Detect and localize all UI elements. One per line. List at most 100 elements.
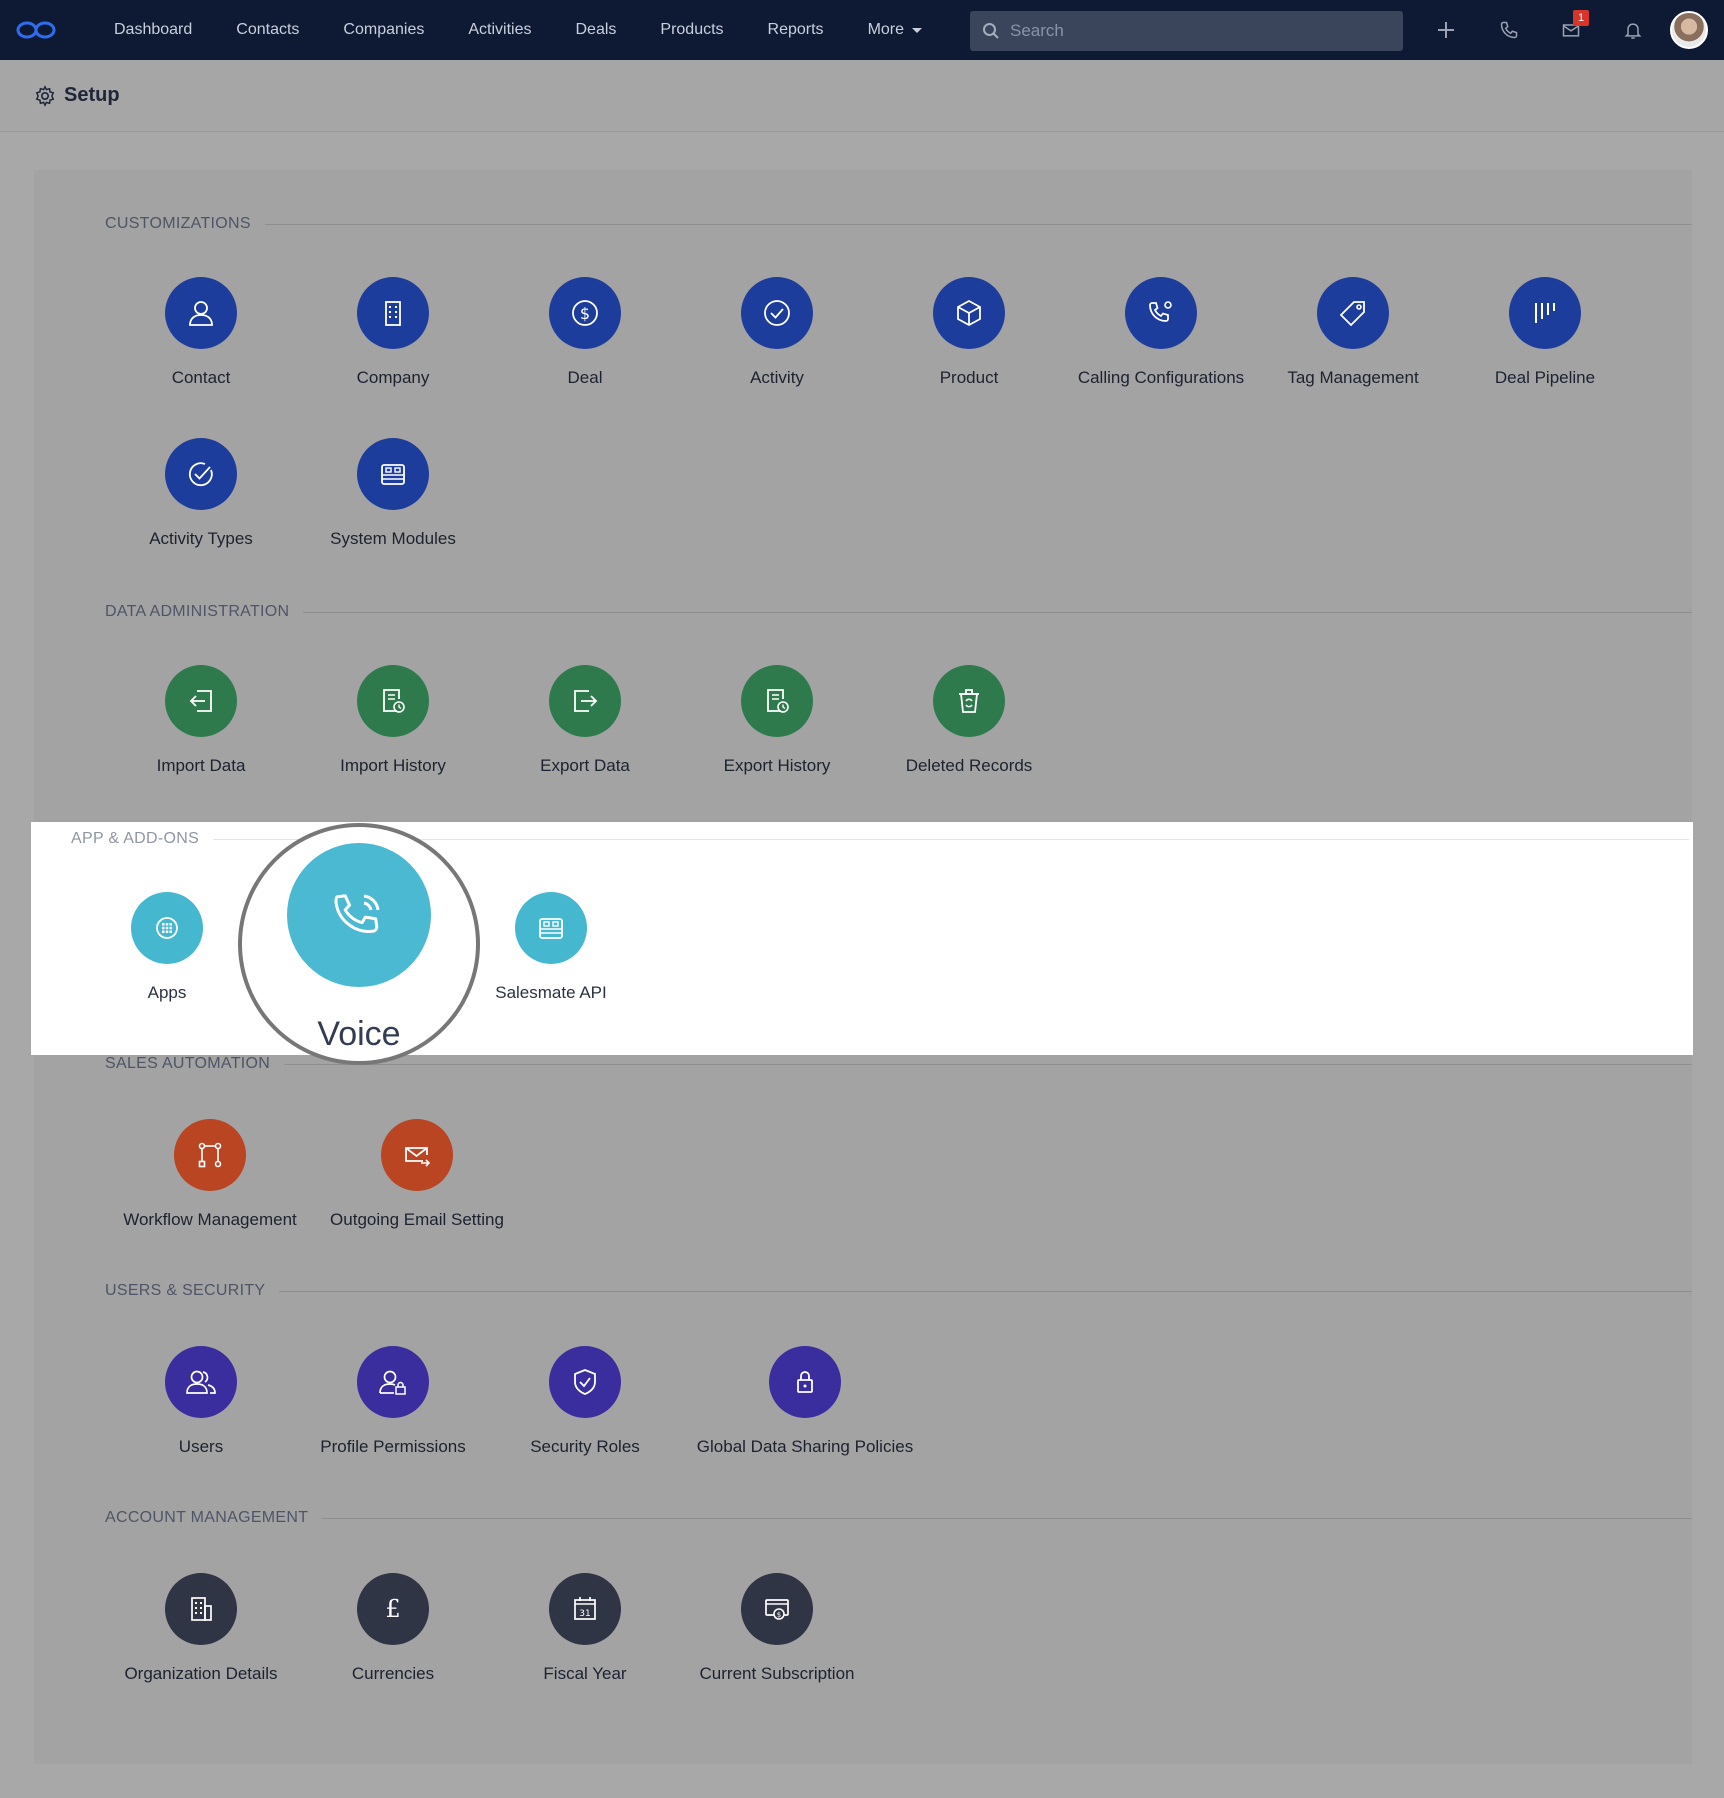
nav-companies[interactable]: Companies (321, 0, 446, 60)
tile-tag-management[interactable]: Tag Management (1243, 277, 1463, 388)
mail-button[interactable]: 1 (1555, 10, 1589, 46)
workflow-icon (174, 1119, 246, 1191)
export-icon (549, 665, 621, 737)
tile-deal[interactable]: $ Deal (475, 277, 695, 388)
phone-icon (1500, 21, 1518, 39)
email-forward-icon (381, 1119, 453, 1191)
tile-label: Outgoing Email Setting (330, 1210, 504, 1229)
calendar-icon: 31 (549, 1573, 621, 1645)
svg-text:31: 31 (579, 1609, 590, 1619)
tile-label: Export History (723, 756, 831, 775)
tile-workflow-management[interactable]: Workflow Management (100, 1119, 320, 1230)
divider (284, 1063, 1692, 1065)
nav-activities[interactable]: Activities (446, 0, 553, 60)
modules-icon (357, 438, 429, 510)
svg-text:£: £ (385, 1595, 400, 1623)
add-button[interactable] (1430, 14, 1462, 46)
tile-security-roles[interactable]: Security Roles (475, 1346, 695, 1457)
nav-reports[interactable]: Reports (746, 0, 846, 60)
nav-dashboard[interactable]: Dashboard (92, 0, 214, 60)
bell-icon (1624, 23, 1642, 39)
tile-current-subscription[interactable]: $ Current Subscription (667, 1573, 887, 1684)
nav-deals[interactable]: Deals (553, 0, 638, 60)
search-input[interactable] (1010, 21, 1390, 41)
divider (279, 1290, 1692, 1292)
nav-more[interactable]: More (846, 0, 944, 60)
search-bar[interactable] (970, 11, 1403, 51)
tile-activity-types[interactable]: Activity Types (91, 438, 311, 549)
section-users-security: USERS & SECURITY (105, 1282, 1692, 1300)
tile-label: Workflow Management (123, 1210, 297, 1229)
tile-outgoing-email-setting[interactable]: Outgoing Email Setting (307, 1119, 527, 1230)
tile-import-data[interactable]: Import Data (91, 665, 311, 776)
lock-icon (769, 1346, 841, 1418)
user-lock-icon (357, 1346, 429, 1418)
tile-deleted-records[interactable]: Deleted Records (859, 665, 1079, 776)
tile-organization-details[interactable]: Organization Details (91, 1573, 311, 1684)
section-title: USERS & SECURITY (105, 1282, 266, 1299)
tile-users[interactable]: Users (91, 1346, 311, 1457)
tile-label: Users (178, 1437, 224, 1456)
page-title: Setup (64, 84, 120, 106)
notifications-button[interactable] (1617, 14, 1649, 46)
tile-product[interactable]: Product (859, 277, 1079, 388)
import-icon (165, 665, 237, 737)
user-icon (165, 277, 237, 349)
section-title: DATA ADMINISTRATION (105, 603, 290, 620)
caret-down-icon (912, 27, 923, 33)
dollar-icon: $ (549, 277, 621, 349)
tile-label: Import History (340, 756, 446, 775)
tile-label: Tag Management (1287, 368, 1419, 387)
tile-label: Organization Details (124, 1664, 278, 1683)
tile-export-history[interactable]: Export History (667, 665, 887, 776)
history-icon (357, 665, 429, 737)
tile-system-modules[interactable]: System Modules (283, 438, 503, 549)
tile-import-history[interactable]: Import History (283, 665, 503, 776)
history-icon (741, 665, 813, 737)
tile-global-data-sharing-policies[interactable]: Global Data Sharing Policies (695, 1346, 915, 1457)
subscription-icon: $ (741, 1573, 813, 1645)
user-avatar[interactable] (1670, 11, 1708, 49)
tile-contact[interactable]: Contact (91, 277, 311, 388)
divider (322, 1517, 1692, 1519)
tile-label: Salesmate API (495, 983, 607, 1002)
apps-grid-icon (131, 892, 203, 964)
pipeline-icon (1509, 277, 1581, 349)
tile-activity[interactable]: Activity (667, 277, 887, 388)
nav-products[interactable]: Products (638, 0, 745, 60)
box-icon (933, 277, 1005, 349)
recycle-bin-icon (933, 665, 1005, 737)
tile-fiscal-year[interactable]: 31 Fiscal Year (475, 1573, 695, 1684)
divider (303, 611, 1692, 613)
plus-icon (1438, 22, 1454, 38)
tile-calling-configurations[interactable]: Calling Configurations (1051, 277, 1271, 388)
tile-profile-permissions[interactable]: Profile Permissions (283, 1346, 503, 1457)
pound-icon: £ (357, 1573, 429, 1645)
building-icon (357, 277, 429, 349)
shield-icon (549, 1346, 621, 1418)
tile-export-data[interactable]: Export Data (475, 665, 695, 776)
tile-currencies[interactable]: £ Currencies (283, 1573, 503, 1684)
section-title: CUSTOMIZATIONS (105, 215, 251, 232)
tile-deal-pipeline[interactable]: Deal Pipeline (1435, 277, 1655, 388)
organization-icon (165, 1573, 237, 1645)
nav-more-label: More (867, 21, 905, 38)
section-data-administration: DATA ADMINISTRATION (105, 603, 1692, 621)
tile-label: Security Roles (530, 1437, 640, 1456)
section-account-management: ACCOUNT MANAGEMENT (105, 1509, 1692, 1527)
tile-label: Product (939, 368, 999, 387)
tile-company[interactable]: Company (283, 277, 503, 388)
section-customizations: CUSTOMIZATIONS (105, 215, 1692, 233)
salesmate-logo-icon[interactable] (16, 18, 56, 42)
tile-label: Deal Pipeline (1494, 368, 1596, 387)
phone-button[interactable] (1493, 14, 1525, 46)
tile-voice[interactable]: Voice (238, 823, 480, 1065)
section-title: APP & ADD-ONS (71, 830, 200, 847)
svg-text:$: $ (580, 304, 590, 323)
nav-contacts[interactable]: Contacts (214, 0, 321, 60)
tile-label: Activity (750, 368, 804, 387)
tile-label: System Modules (330, 529, 456, 548)
tile-label: Current Subscription (699, 1664, 855, 1683)
phone-icon (287, 843, 431, 987)
tile-label: Currencies (351, 1664, 435, 1683)
